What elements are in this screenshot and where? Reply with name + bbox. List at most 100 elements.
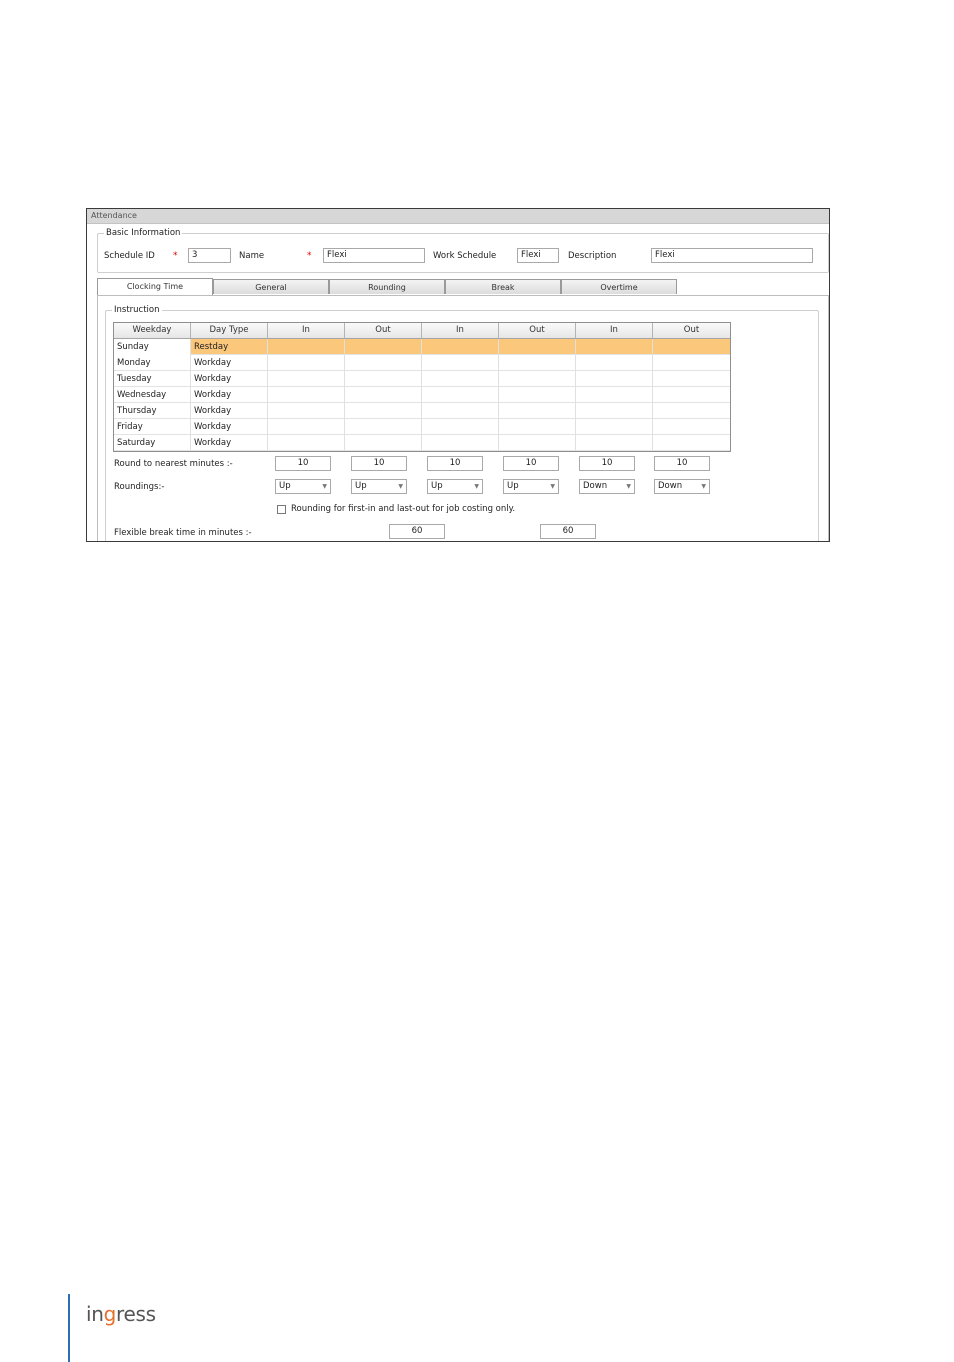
weekday-cell[interactable]: Saturday <box>114 435 191 451</box>
job-costing-checkbox[interactable] <box>277 505 286 514</box>
rounding-select-in-2[interactable]: Up ▼ <box>427 479 483 494</box>
col-out-2[interactable]: Out <box>499 323 576 338</box>
time-cell[interactable] <box>653 355 730 371</box>
weekday-cell[interactable]: Sunday <box>114 339 191 355</box>
round-minutes-in-2[interactable]: 10 <box>427 456 483 471</box>
round-minutes-out-1[interactable]: 10 <box>351 456 407 471</box>
day-type-cell[interactable]: Workday <box>191 371 268 387</box>
time-cell[interactable] <box>345 371 422 387</box>
flex-break-field-1[interactable]: 60 <box>389 524 445 539</box>
day-type-cell[interactable]: Workday <box>191 435 268 451</box>
col-weekday[interactable]: Weekday <box>114 323 191 338</box>
rounding-select-in-1[interactable]: Up ▼ <box>275 479 331 494</box>
col-in-1[interactable]: In <box>268 323 345 338</box>
instruction-legend: Instruction <box>112 304 162 316</box>
rounding-select-out-1[interactable]: Up ▼ <box>351 479 407 494</box>
tab-rounding[interactable]: Rounding <box>329 279 445 294</box>
time-cell[interactable] <box>268 403 345 419</box>
round-minutes-out-2[interactable]: 10 <box>503 456 559 471</box>
work-schedule-field[interactable]: Flexi <box>517 248 559 263</box>
round-minutes-in-1[interactable]: 10 <box>275 456 331 471</box>
time-cell[interactable] <box>576 339 653 355</box>
weekday-cell[interactable]: Wednesday <box>114 387 191 403</box>
table-row[interactable]: Sunday Restday <box>114 339 730 355</box>
weekday-cell[interactable]: Thursday <box>114 403 191 419</box>
time-cell[interactable] <box>499 371 576 387</box>
time-cell[interactable] <box>422 355 499 371</box>
time-cell[interactable] <box>499 355 576 371</box>
time-cell[interactable] <box>268 371 345 387</box>
time-cell[interactable] <box>576 435 653 451</box>
time-cell[interactable] <box>576 403 653 419</box>
time-cell[interactable] <box>499 403 576 419</box>
time-cell[interactable] <box>576 387 653 403</box>
day-type-cell[interactable]: Workday <box>191 419 268 435</box>
round-minutes-out-3[interactable]: 10 <box>654 456 710 471</box>
schedule-grid: Weekday Day Type In Out In Out In Out Su… <box>113 322 731 452</box>
time-cell[interactable] <box>268 339 345 355</box>
weekday-cell[interactable]: Tuesday <box>114 371 191 387</box>
col-day-type[interactable]: Day Type <box>191 323 268 338</box>
time-cell[interactable] <box>268 355 345 371</box>
col-out-3[interactable]: Out <box>653 323 730 338</box>
name-field[interactable]: Flexi <box>323 248 425 263</box>
flex-break-field-2[interactable]: 60 <box>540 524 596 539</box>
time-cell[interactable] <box>268 387 345 403</box>
day-type-cell[interactable]: Workday <box>191 355 268 371</box>
time-cell[interactable] <box>345 403 422 419</box>
rounding-value: Up <box>431 481 443 491</box>
time-cell[interactable] <box>499 387 576 403</box>
day-type-cell[interactable]: Restday <box>191 339 268 355</box>
col-out-1[interactable]: Out <box>345 323 422 338</box>
time-cell[interactable] <box>345 387 422 403</box>
table-row[interactable]: Wednesday Workday <box>114 387 730 403</box>
weekday-cell[interactable]: Monday <box>114 355 191 371</box>
table-row[interactable]: Monday Workday <box>114 355 730 371</box>
time-cell[interactable] <box>653 339 730 355</box>
time-cell[interactable] <box>422 419 499 435</box>
tab-break[interactable]: Break <box>445 279 561 294</box>
description-field[interactable]: Flexi <box>651 248 813 263</box>
time-cell[interactable] <box>345 355 422 371</box>
time-cell[interactable] <box>653 387 730 403</box>
time-cell[interactable] <box>422 387 499 403</box>
rounding-select-out-3[interactable]: Down ▼ <box>654 479 710 494</box>
time-cell[interactable] <box>345 339 422 355</box>
rounding-select-out-2[interactable]: Up ▼ <box>503 479 559 494</box>
round-minutes-in-3[interactable]: 10 <box>579 456 635 471</box>
time-cell[interactable] <box>268 435 345 451</box>
time-cell[interactable] <box>653 371 730 387</box>
time-cell[interactable] <box>576 419 653 435</box>
time-cell[interactable] <box>653 403 730 419</box>
time-cell[interactable] <box>345 419 422 435</box>
col-in-2[interactable]: In <box>422 323 499 338</box>
tab-general[interactable]: General <box>213 279 329 294</box>
table-row[interactable]: Thursday Workday <box>114 403 730 419</box>
day-type-cell[interactable]: Workday <box>191 403 268 419</box>
col-in-3[interactable]: In <box>576 323 653 338</box>
time-cell[interactable] <box>422 371 499 387</box>
time-cell[interactable] <box>499 419 576 435</box>
time-cell[interactable] <box>268 419 345 435</box>
schedule-id-field[interactable]: 3 <box>188 248 231 263</box>
rounding-select-in-3[interactable]: Down ▼ <box>579 479 635 494</box>
time-cell[interactable] <box>653 435 730 451</box>
time-cell[interactable] <box>499 435 576 451</box>
time-cell[interactable] <box>422 403 499 419</box>
tab-clocking-time[interactable]: Clocking Time <box>97 278 213 295</box>
day-type-cell[interactable]: Workday <box>191 387 268 403</box>
time-cell[interactable] <box>345 435 422 451</box>
time-cell[interactable] <box>653 419 730 435</box>
time-cell[interactable] <box>576 371 653 387</box>
time-cell[interactable] <box>576 355 653 371</box>
table-row[interactable]: Tuesday Workday <box>114 371 730 387</box>
time-cell[interactable] <box>499 339 576 355</box>
chevron-down-icon: ▼ <box>474 483 479 490</box>
weekday-cell[interactable]: Friday <box>114 419 191 435</box>
tab-overtime[interactable]: Overtime <box>561 279 677 294</box>
basic-info-legend: Basic Information <box>104 227 183 239</box>
time-cell[interactable] <box>422 339 499 355</box>
table-row[interactable]: Friday Workday <box>114 419 730 435</box>
time-cell[interactable] <box>422 435 499 451</box>
table-row[interactable]: Saturday Workday <box>114 435 730 451</box>
